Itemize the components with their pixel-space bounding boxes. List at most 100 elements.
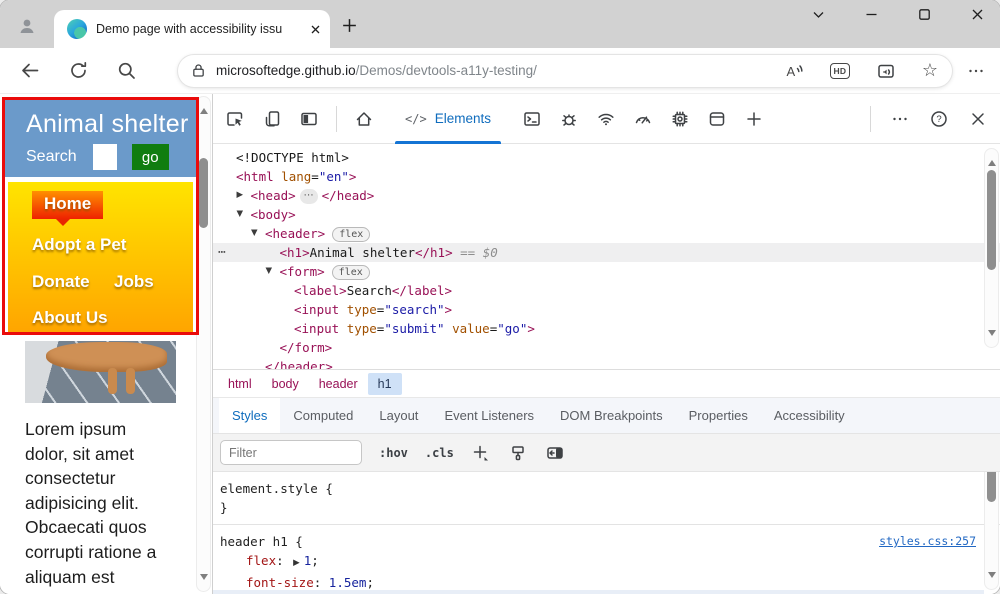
profile-avatar[interactable]	[8, 9, 46, 42]
more-tools-button[interactable]	[744, 109, 764, 129]
dom-tree-line[interactable]: <label>Search</label>	[213, 281, 1000, 300]
breadcrumb-body[interactable]: body	[262, 373, 309, 395]
search-button[interactable]	[116, 60, 137, 81]
device-emulation-button[interactable]	[262, 109, 282, 129]
breadcrumb-header[interactable]: header	[309, 373, 368, 395]
url-bar[interactable]: microsoftedge.github.io/Demos/devtools-a…	[178, 55, 952, 87]
site-search-input[interactable]	[93, 144, 117, 170]
inspect-tool-button[interactable]	[225, 109, 245, 129]
expand-arrow-icon[interactable]: ▶	[237, 186, 244, 205]
nav-link-about-us[interactable]: About Us	[32, 308, 108, 328]
go-button[interactable]: go	[132, 144, 169, 170]
tab-computed[interactable]: Computed	[280, 398, 366, 434]
browser-tab[interactable]: Demo page with accessibility issu	[54, 10, 330, 48]
scroll-up-arrow[interactable]	[200, 104, 208, 114]
dom-tree-line[interactable]: ▼<body>	[213, 205, 1000, 224]
dom-tree-line[interactable]: <input type="search">	[213, 300, 1000, 319]
element-style-rule[interactable]: element.style { }	[213, 472, 1000, 525]
dom-tree-line[interactable]: ▼ <form> flex	[213, 262, 1000, 281]
favorites-star-icon[interactable]: ☆	[922, 62, 938, 80]
tab-layout[interactable]: Layout	[366, 398, 431, 434]
styles-filter-input[interactable]	[220, 440, 362, 465]
tab-dom-breakpoints[interactable]: DOM Breakpoints	[547, 398, 676, 434]
inline-selector: element.style	[220, 481, 318, 496]
dom-tree-line[interactable]: <html lang="en">	[213, 167, 1000, 186]
devtools-close-button[interactable]	[968, 109, 988, 129]
dom-tree-line[interactable]: <input type="submit" value="go">	[213, 319, 1000, 338]
read-aloud-button[interactable]: A	[784, 61, 804, 81]
new-tab-button[interactable]	[342, 18, 357, 33]
expand-arrow-icon[interactable]: ▼	[237, 205, 244, 224]
scroll-down-arrow[interactable]	[988, 330, 996, 340]
immersive-reader-button[interactable]	[876, 61, 896, 81]
computed-sidebar-toggle-button[interactable]	[545, 443, 565, 463]
scrollbar-thumb[interactable]	[987, 170, 996, 270]
chevron-down-icon	[812, 8, 825, 21]
nav-link-jobs[interactable]: Jobs	[114, 272, 154, 292]
toggle-hover-state-button[interactable]: :hov	[379, 446, 408, 460]
stylesheet-source-link[interactable]: styles.css:257	[879, 532, 976, 551]
breadcrumb-html[interactable]: html	[218, 373, 262, 395]
close-window-button[interactable]	[971, 8, 984, 21]
nav-link-donate[interactable]: Donate	[32, 272, 90, 292]
css-declaration[interactable]: flex: ▶1;	[220, 551, 1000, 573]
dock-side-button[interactable]	[299, 109, 319, 129]
scroll-up-arrow[interactable]	[988, 156, 996, 166]
nav-link-home[interactable]: Home	[32, 191, 103, 219]
new-style-rule-button[interactable]	[471, 443, 491, 463]
memory-button[interactable]	[670, 109, 690, 129]
dom-tree-line[interactable]: </form>	[213, 338, 1000, 357]
minimize-button[interactable]	[865, 8, 878, 21]
page-scrollbar[interactable]	[196, 96, 211, 592]
issues-button[interactable]	[559, 109, 579, 129]
flex-badge[interactable]: flex	[332, 265, 370, 280]
header-h1-rule[interactable]: header h1 { styles.css:257 flex: ▶1;font…	[213, 525, 1000, 594]
dom-tree-line[interactable]: </header>	[213, 357, 1000, 369]
rendering-brush-button[interactable]	[508, 443, 528, 463]
code-token: <form>	[280, 264, 325, 279]
hd-media-button[interactable]: HD	[830, 63, 850, 79]
collapsed-ellipsis-button[interactable]: ⋯	[300, 189, 318, 204]
tab-event-listeners[interactable]: Event Listeners	[431, 398, 547, 434]
flex-badge[interactable]: flex	[332, 227, 370, 242]
tab-elements[interactable]: </> Elements	[391, 94, 505, 144]
devtools-home-button[interactable]	[354, 109, 374, 129]
expand-arrow-icon[interactable]: ▼	[251, 224, 258, 243]
refresh-button[interactable]	[68, 60, 89, 81]
back-button[interactable]	[20, 60, 41, 81]
scrollbar-thumb[interactable]	[199, 158, 208, 228]
immersive-reader-icon	[876, 61, 896, 81]
scrollbar-thumb[interactable]	[987, 471, 996, 502]
network-button[interactable]	[596, 109, 616, 129]
devtools-help-button[interactable]: ?	[929, 109, 949, 129]
node-more-actions-icon[interactable]: ⋯	[218, 243, 227, 262]
application-button[interactable]	[707, 109, 727, 129]
code-token: Animal shelter	[310, 245, 415, 260]
scroll-down-arrow[interactable]	[200, 574, 208, 584]
expand-arrow-icon[interactable]: ▼	[266, 262, 273, 281]
scroll-down-arrow[interactable]	[988, 572, 996, 582]
tab-styles[interactable]: Styles	[219, 398, 280, 434]
window-controls	[812, 8, 984, 21]
dom-tree-scrollbar[interactable]	[984, 148, 999, 348]
dom-tree-line[interactable]: ⋯<h1>Animal shelter</h1> == $0	[213, 243, 1000, 262]
performance-button[interactable]	[633, 109, 653, 129]
tab-properties[interactable]: Properties	[676, 398, 761, 434]
tab-close-button[interactable]	[309, 23, 322, 36]
toggle-class-button[interactable]: .cls	[425, 446, 454, 460]
code-icon: </>	[405, 112, 427, 126]
devtools-more-button[interactable]	[890, 109, 910, 129]
tab-accessibility[interactable]: Accessibility	[761, 398, 858, 434]
styles-scrollbar[interactable]	[984, 471, 999, 590]
breadcrumb-h1[interactable]: h1	[368, 373, 402, 395]
url-path: /Demos/devtools-a11y-testing/	[356, 63, 537, 78]
expand-value-icon[interactable]: ▶	[293, 558, 300, 568]
maximize-button[interactable]	[918, 8, 931, 21]
browser-settings-button[interactable]	[966, 61, 986, 81]
nav-link-adopt-a-pet[interactable]: Adopt a Pet	[32, 235, 126, 255]
dom-tree-line[interactable]: ▼<header>flex	[213, 224, 1000, 243]
browser-dropdown-button[interactable]	[812, 8, 825, 21]
dom-tree-line[interactable]: ▶<head>⋯</head>	[213, 186, 1000, 205]
console-button[interactable]	[522, 109, 542, 129]
dom-tree-line[interactable]: <!DOCTYPE html>	[213, 148, 1000, 167]
